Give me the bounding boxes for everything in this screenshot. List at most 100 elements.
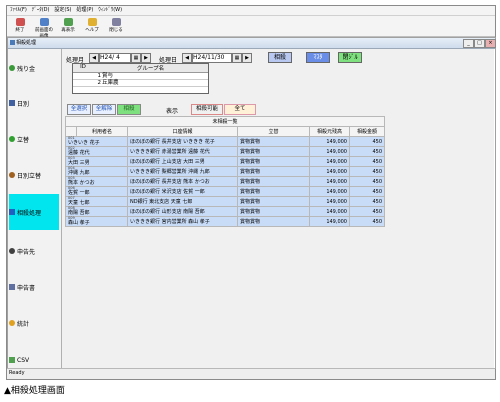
report-icon bbox=[9, 284, 15, 290]
offset-top-button[interactable]: 相殺 bbox=[268, 52, 292, 63]
table-row[interactable]: 001 いきいき 花子 ほのぼの銀行 長井支店 いききき 花子 賞物賞物 149,000… bbox=[65, 136, 385, 147]
sidebar-item-daily-advance[interactable]: 日別立替 bbox=[9, 169, 59, 181]
group-row-name: 賞与 bbox=[102, 73, 114, 79]
col-balance: 相殺元残高 bbox=[309, 126, 350, 137]
balance-cell: 149,000 bbox=[309, 136, 350, 147]
user-cell: 006 佐賀 一郎 bbox=[65, 186, 128, 197]
master-button[interactable]: ﾏｽﾀ bbox=[306, 52, 330, 63]
child-titlebar: 相殺処理 _ □ × bbox=[8, 38, 496, 49]
sidebar-item-advance[interactable]: 立替 bbox=[9, 133, 59, 145]
account-cell: ほのぼの銀行 長井支店 熊本 かつお bbox=[127, 176, 238, 187]
user-name: 遠藤 花代 bbox=[68, 150, 90, 156]
offset-run-button[interactable]: 相殺 bbox=[117, 104, 141, 115]
sidebar-item-balance[interactable]: 残り金 bbox=[9, 62, 59, 74]
unoffset-table: 未相殺一覧 利用者名 口座情報 立替 相殺元残高 相殺金額 001 いきいき 花子… bbox=[65, 116, 385, 227]
table-row[interactable]: 002 遠藤 花代 いききき銀行 赤湯営業所 遠藤 花代 賞物賞物 149,000 450 bbox=[65, 146, 385, 157]
table-row[interactable]: 009 森山 孝子 いききき銀行 宮内営業所 森山 孝子 賞物賞物 149,000 450 bbox=[65, 216, 385, 227]
amount-cell: 450 bbox=[349, 156, 385, 167]
user-cell: 005 熊本 かつお bbox=[65, 176, 128, 187]
filter-possible-option[interactable]: 相殺可能 bbox=[191, 104, 223, 115]
group-col-id: ID bbox=[80, 64, 86, 70]
month-prev-button[interactable]: ◀ bbox=[89, 53, 99, 63]
menu-window[interactable]: ｳｨﾝﾄﾞｳ(W) bbox=[98, 6, 122, 15]
close-button[interactable]: 閉じる bbox=[105, 17, 127, 35]
menu-bar: ﾌｧｲﾙ(F) ﾃﾞｰﾀ(D) 設定(S) 処理(P) ｳｨﾝﾄﾞｳ(W) bbox=[7, 6, 495, 16]
date-field[interactable]: H24/11/30 bbox=[192, 53, 232, 63]
menu-process[interactable]: 処理(P) bbox=[76, 6, 93, 15]
group-row-name: 丘庫農 bbox=[102, 80, 119, 86]
table-row[interactable]: 008 南陽 吾郎 ほのぼの銀行 山形支店 南陽 吾郎 賞物賞物 149,000 450 bbox=[65, 206, 385, 217]
refresh-icon bbox=[63, 18, 73, 26]
sidebar-item-daily[interactable]: 日別 bbox=[9, 97, 59, 109]
status-bar: Ready bbox=[7, 368, 495, 379]
month-next-button[interactable]: ▶ bbox=[141, 53, 151, 63]
date-next-button[interactable]: ▶ bbox=[242, 53, 252, 63]
table-row[interactable]: 007 天童 七郎 ND銀行 東北支店 天童 七郎 賞物賞物 149,000 450 bbox=[65, 196, 385, 207]
menu-file[interactable]: ﾌｧｲﾙ(F) bbox=[10, 6, 27, 15]
date-calendar-button[interactable]: ▦ bbox=[232, 53, 242, 63]
exit-button[interactable]: 終了 bbox=[9, 17, 31, 35]
balance-cell: 149,000 bbox=[309, 176, 350, 187]
user-cell: 001 いきいき 花子 bbox=[65, 136, 128, 147]
daily-advance-icon bbox=[9, 172, 15, 178]
amount-cell: 450 bbox=[349, 186, 385, 197]
amount-cell: 450 bbox=[349, 166, 385, 177]
exit-icon bbox=[15, 18, 25, 26]
maximize-button[interactable]: □ bbox=[474, 39, 485, 48]
status-text: Ready bbox=[9, 370, 25, 376]
col-advance: 立替 bbox=[237, 126, 310, 137]
balance-icon bbox=[9, 65, 15, 71]
group-grid-header: ID グループ名 bbox=[73, 64, 208, 73]
display-label: 表示 bbox=[166, 108, 179, 115]
menu-settings[interactable]: 設定(S) bbox=[54, 6, 71, 15]
group-grid[interactable]: ID グループ名 1 賞与 2 丘庫農 bbox=[72, 63, 209, 94]
user-name: 森山 孝子 bbox=[68, 220, 90, 226]
minimize-button[interactable]: _ bbox=[463, 39, 474, 48]
sidebar: 残り金 日別 立替 日別立替 相殺処理 申告先 申告書 統計 CSV bbox=[8, 49, 62, 368]
app-window: ﾌｧｲﾙ(F) ﾃﾞｰﾀ(D) 設定(S) 処理(P) ｳｨﾝﾄﾞｳ(W) 終了… bbox=[6, 5, 496, 380]
user-name: 熊本 かつお bbox=[68, 180, 95, 186]
screen-icon bbox=[39, 18, 49, 26]
close-window-button[interactable]: × bbox=[485, 39, 496, 48]
menu-data[interactable]: ﾃﾞｰﾀ(D) bbox=[32, 6, 50, 15]
table-row[interactable]: 005 熊本 かつお ほのぼの銀行 長井支店 熊本 かつお 賞物賞物 149,000 45… bbox=[65, 176, 385, 187]
date-prev-button[interactable]: ◀ bbox=[182, 53, 192, 63]
sidebar-item-csv[interactable]: CSV bbox=[9, 354, 59, 366]
table-row[interactable]: 004 沖縄 九郎 いききき銀行 梨郷営業所 沖縄 九郎 賞物賞物 149,000 450 bbox=[65, 166, 385, 177]
group-row[interactable]: 1 賞与 bbox=[73, 73, 208, 80]
month-calendar-button[interactable]: ▦ bbox=[131, 53, 141, 63]
amount-cell: 450 bbox=[349, 146, 385, 157]
table-header-row: 利用者名 口座情報 立替 相殺元残高 相殺金額 bbox=[65, 126, 385, 137]
window-title: 相殺処理 bbox=[16, 40, 37, 46]
user-name: 佐賀 一郎 bbox=[68, 190, 90, 196]
col-account: 口座情報 bbox=[127, 126, 238, 137]
select-all-button[interactable]: 全選択 bbox=[67, 104, 91, 115]
help-icon bbox=[87, 18, 97, 26]
month-field[interactable]: H24/ 4 bbox=[99, 53, 131, 63]
user-cell: 002 遠藤 花代 bbox=[65, 146, 128, 157]
account-cell: いききき銀行 赤湯営業所 遠藤 花代 bbox=[127, 146, 238, 157]
advance-cell: 賞物賞物 bbox=[237, 196, 310, 207]
col-amount: 相殺金額 bbox=[349, 126, 385, 137]
filter-all-option[interactable]: 全て bbox=[224, 104, 256, 115]
prev-screen-button[interactable]: 前画面の画像 bbox=[33, 17, 55, 39]
report-dest-icon bbox=[9, 248, 15, 254]
help-button[interactable]: ヘルプ bbox=[81, 17, 103, 35]
deselect-all-button[interactable]: 全解除 bbox=[92, 104, 116, 115]
col-code bbox=[65, 126, 77, 137]
close-main-button[interactable]: 閉ｼﾞﾙ bbox=[338, 52, 362, 63]
refresh-button[interactable]: 再表示 bbox=[57, 17, 79, 35]
table-row[interactable]: 006 佐賀 一郎 ほのぼの銀行 米沢支店 佐賀 一郎 賞物賞物 149,000 450 bbox=[65, 186, 385, 197]
table-row[interactable]: 003 大田 三男 ほのぼの銀行 上山支店 大田 三男 賞物賞物 149,000 450 bbox=[65, 156, 385, 167]
window-icon bbox=[10, 40, 15, 45]
sidebar-item-offset[interactable]: 相殺処理 bbox=[9, 194, 59, 230]
sidebar-item-stats[interactable]: 統計 bbox=[9, 317, 59, 329]
user-name: いきいき 花子 bbox=[68, 140, 100, 146]
balance-cell: 149,000 bbox=[309, 146, 350, 157]
group-row[interactable]: 2 丘庫農 bbox=[73, 80, 208, 87]
sidebar-item-report-dest[interactable]: 申告先 bbox=[9, 245, 59, 257]
sidebar-item-report[interactable]: 申告書 bbox=[9, 281, 59, 293]
child-window: 相殺処理 _ □ × 残り金 日別 立替 日別立替 相殺処理 申告先 申告書 統… bbox=[7, 37, 496, 369]
balance-cell: 149,000 bbox=[309, 166, 350, 177]
user-name: 南陽 吾郎 bbox=[68, 210, 90, 216]
